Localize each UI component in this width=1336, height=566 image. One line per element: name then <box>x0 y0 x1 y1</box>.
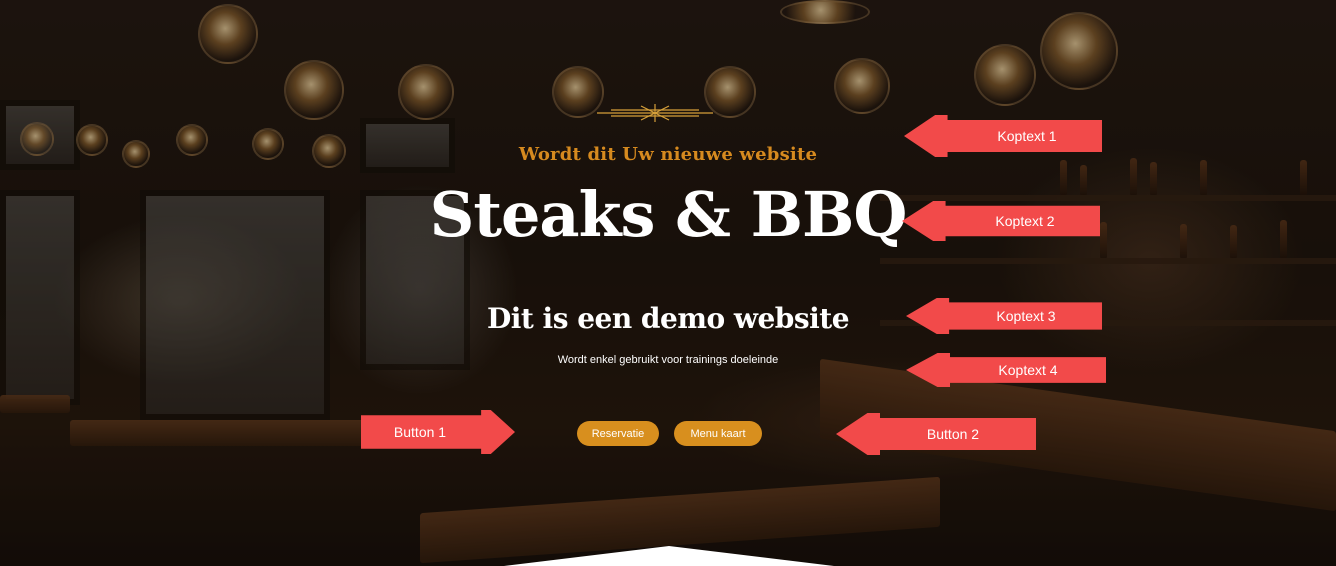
decorative-divider-icon <box>597 104 713 122</box>
koptext-2-headline: Steaks & BBQ <box>429 178 908 251</box>
hero-background <box>0 0 1336 566</box>
reservation-button[interactable]: Reservatie <box>577 421 659 446</box>
annotation-arrow-koptext-1: Koptext 1 <box>904 115 1102 157</box>
annotation-arrow-koptext-4: Koptext 4 <box>906 353 1106 387</box>
annotation-label: Koptext 1 <box>997 128 1057 144</box>
annotation-arrow-koptext-3: Koptext 3 <box>906 298 1102 334</box>
annotation-arrow-button-2: Button 2 <box>836 413 1036 455</box>
annotation-arrow-button-1: Button 1 <box>361 410 515 454</box>
annotation-label: Koptext 3 <box>996 308 1056 324</box>
annotation-label: Button 2 <box>926 426 980 442</box>
annotation-label: Button 1 <box>393 424 447 440</box>
koptext-3-subheadline: Dit is een demo website <box>486 302 850 335</box>
annotation-label: Koptext 4 <box>998 362 1058 378</box>
koptext-4-description: Wordt enkel gebruikt voor trainings doel… <box>557 354 779 366</box>
annotation-label: Koptext 2 <box>995 213 1055 229</box>
dark-overlay <box>0 0 1336 566</box>
annotation-arrow-koptext-2: Koptext 2 <box>902 201 1100 241</box>
koptext-1: Wordt dit Uw nieuwe website <box>518 144 818 165</box>
menu-card-button[interactable]: Menu kaart <box>674 421 762 446</box>
